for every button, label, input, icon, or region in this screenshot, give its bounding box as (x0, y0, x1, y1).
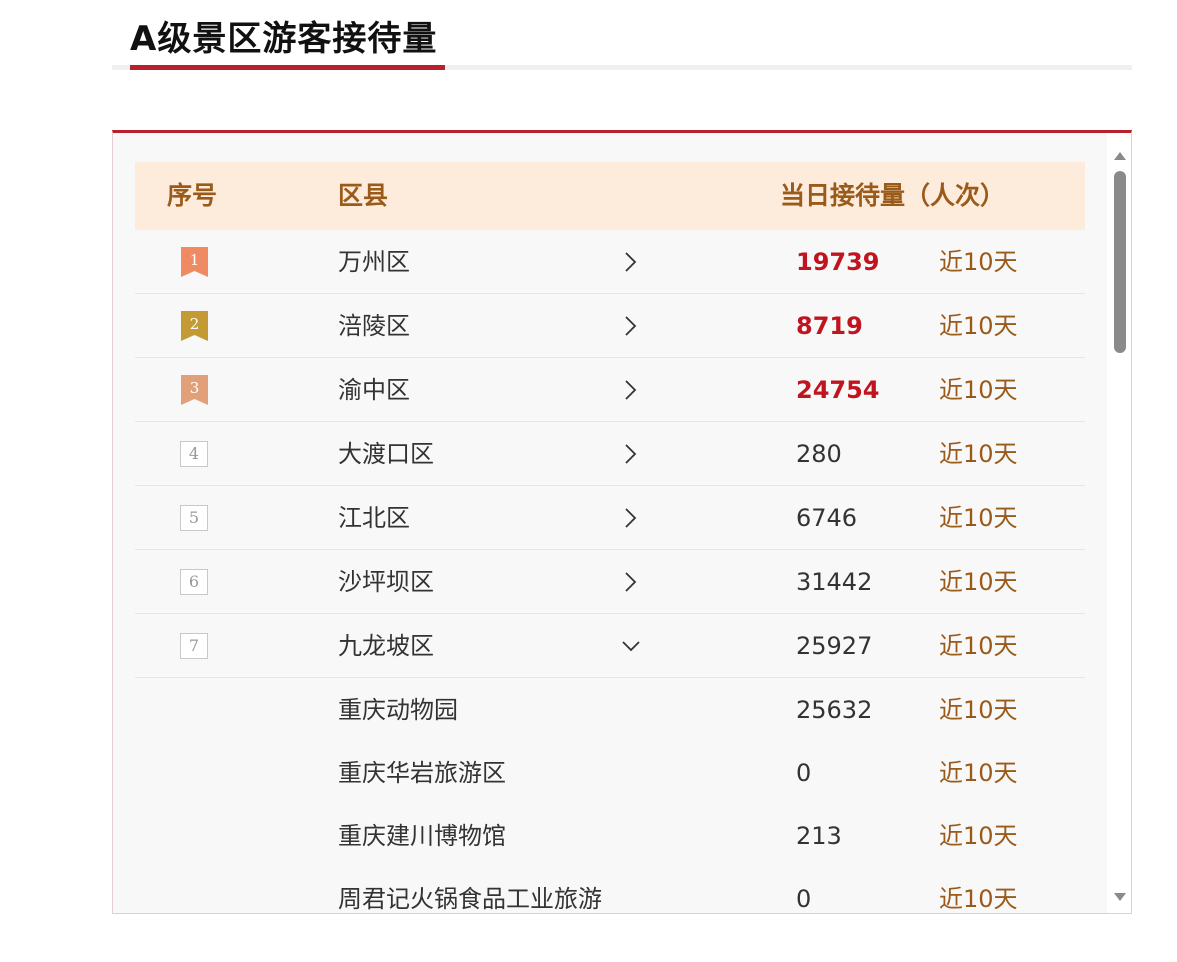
recent-10-days-link[interactable]: 近10天 (939, 804, 1018, 868)
scenic-spot-name: 周君记火锅食品工业旅游 (338, 885, 602, 913)
rank-badge: 7 (180, 633, 208, 659)
visitor-count: 213 (796, 822, 842, 850)
district-name: 沙坪坝区 (338, 568, 434, 596)
chevron-right-icon[interactable] (613, 230, 649, 294)
column-header-district: 区县 (338, 181, 389, 210)
visitor-count: 25632 (796, 696, 873, 724)
recent-10-days-link[interactable]: 近10天 (939, 486, 1018, 550)
district-name: 万州区 (338, 248, 410, 276)
visitor-count: 6746 (796, 504, 858, 532)
table-row[interactable]: 7 九龙坡区 25927 近10天 (135, 614, 1085, 678)
district-name: 渝中区 (338, 376, 410, 404)
district-name: 大渡口区 (338, 440, 434, 468)
vertical-scrollbar[interactable] (1109, 133, 1131, 913)
rank-ribbon-icon: 2 (181, 311, 208, 341)
recent-10-days-link[interactable]: 近10天 (939, 614, 1018, 678)
chevron-right-icon[interactable] (613, 422, 649, 486)
recent-10-days-link[interactable]: 近10天 (939, 358, 1018, 422)
rank-badge: 6 (180, 569, 208, 595)
recent-10-days-link[interactable]: 近10天 (939, 678, 1018, 742)
visitor-count: 8719 (796, 312, 863, 340)
visitor-count: 19739 (796, 248, 880, 276)
column-header-count: 当日接待量（人次） (780, 181, 1006, 210)
scenic-spot-row: 周君记火锅食品工业旅游 0 近10天 (135, 867, 1085, 913)
visitor-count: 24754 (796, 376, 880, 404)
ranking-list[interactable]: 序号 区县 当日接待量（人次） 1 万州区 19739 近10天 2 涪陵区 8719 近10… (113, 133, 1107, 913)
table-row[interactable]: 6 沙坪坝区 31442 近10天 (135, 550, 1085, 614)
visitor-count: 25927 (796, 632, 873, 660)
scrollbar-thumb[interactable] (1114, 171, 1126, 353)
scenic-spot-row: 重庆华岩旅游区 0 近10天 (135, 741, 1085, 805)
recent-10-days-link[interactable]: 近10天 (939, 550, 1018, 614)
chevron-right-icon[interactable] (613, 486, 649, 550)
district-name: 江北区 (338, 504, 410, 532)
recent-10-days-link[interactable]: 近10天 (939, 422, 1018, 486)
svg-text:2: 2 (190, 315, 200, 333)
page-title: A级景区游客接待量 (130, 19, 438, 59)
column-header-index: 序号 (167, 181, 218, 210)
recent-10-days-link[interactable]: 近10天 (939, 741, 1018, 805)
scroll-up-arrow-icon[interactable] (1113, 147, 1127, 160)
scenic-spot-name: 重庆建川博物馆 (338, 822, 506, 850)
chevron-right-icon[interactable] (613, 358, 649, 422)
table-row[interactable]: 5 江北区 6746 近10天 (135, 486, 1085, 550)
visitor-count: 280 (796, 440, 842, 468)
svg-text:1: 1 (190, 251, 200, 269)
chevron-right-icon[interactable] (613, 550, 649, 614)
recent-10-days-link[interactable]: 近10天 (939, 867, 1018, 913)
scenic-spot-name: 重庆动物园 (338, 696, 458, 724)
ranking-panel: 序号 区县 当日接待量（人次） 1 万州区 19739 近10天 2 涪陵区 8719 近10… (112, 130, 1132, 914)
scenic-spot-name: 重庆华岩旅游区 (338, 759, 506, 787)
table-header: 序号 区县 当日接待量（人次） (135, 162, 1085, 230)
recent-10-days-link[interactable]: 近10天 (939, 230, 1018, 294)
visitor-count: 31442 (796, 568, 873, 596)
recent-10-days-link[interactable]: 近10天 (939, 294, 1018, 358)
district-name: 九龙坡区 (338, 632, 434, 660)
visitor-count: 0 (796, 759, 812, 787)
chevron-right-icon[interactable] (613, 294, 649, 358)
district-name: 涪陵区 (338, 312, 410, 340)
title-accent-bar (130, 65, 445, 70)
rank-badge: 5 (180, 505, 208, 531)
chevron-down-icon[interactable] (613, 614, 649, 678)
visitor-count: 0 (796, 885, 812, 913)
rank-badge: 4 (180, 441, 208, 467)
table-row[interactable]: 4 大渡口区 280 近10天 (135, 422, 1085, 486)
svg-text:3: 3 (190, 379, 200, 397)
scroll-down-arrow-icon[interactable] (1113, 888, 1127, 901)
table-row[interactable]: 2 涪陵区 8719 近10天 (135, 294, 1085, 358)
table-row[interactable]: 3 渝中区 24754 近10天 (135, 358, 1085, 422)
rank-ribbon-icon: 1 (181, 247, 208, 277)
rank-ribbon-icon: 3 (181, 375, 208, 405)
scenic-spot-row: 重庆建川博物馆 213 近10天 (135, 804, 1085, 868)
table-row[interactable]: 1 万州区 19739 近10天 (135, 230, 1085, 294)
scenic-spot-row: 重庆动物园 25632 近10天 (135, 678, 1085, 742)
